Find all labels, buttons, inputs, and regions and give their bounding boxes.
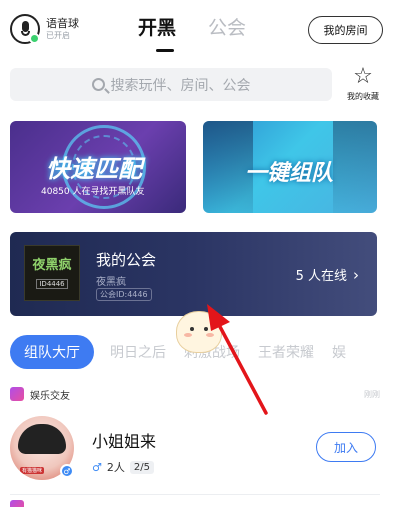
guild-online-count: 5 人在线 ›	[295, 265, 359, 285]
entertainment-category-icon	[10, 387, 24, 401]
guild-id-badge: 公会ID:4446	[96, 288, 152, 301]
voice-ball-toggle[interactable]: 语音球 已开启	[10, 14, 79, 44]
join-button[interactable]: 加入	[316, 432, 376, 462]
voice-ball-status: 已开启	[46, 31, 70, 40]
voice-ball-title: 语音球	[46, 17, 79, 30]
star-icon: ☆	[353, 64, 373, 89]
microphone-icon	[10, 14, 40, 44]
favorites-button[interactable]: ☆ 我的收藏	[340, 66, 386, 102]
voice-ball-text: 语音球 已开启	[46, 17, 79, 41]
avatar-art	[18, 424, 66, 454]
top-bar: 语音球 已开启 开黑 公会 我的房间	[0, 0, 400, 58]
guild-logo: 夜黑疯 ID4446	[24, 245, 80, 301]
search-input[interactable]: 搜索玩伴、房间、公会	[10, 68, 332, 101]
room-member-count: 2人	[106, 461, 125, 474]
quick-match-subtitle: 40850 人在寻找开黑队友	[41, 187, 145, 197]
room-slots: 2/5	[129, 460, 154, 474]
category-tab-honor-of-kings[interactable]: 王者荣耀	[256, 342, 316, 362]
online-count-text: 5 人在线	[295, 269, 347, 284]
male-badge-icon: ♂	[60, 464, 74, 478]
team-up-title: 一键组队	[245, 161, 334, 186]
avatar-tag: 有猫猫咪	[20, 467, 45, 474]
character-art-right	[333, 121, 377, 213]
tab-guild[interactable]: 公会	[208, 16, 246, 40]
male-icon: ♂	[92, 460, 102, 474]
room-category-label: 娱乐交友	[30, 390, 70, 402]
favorites-label: 我的收藏	[347, 92, 379, 101]
list-divider	[10, 494, 380, 495]
mascot-sticker	[170, 305, 226, 357]
category-tab-lobby[interactable]: 组队大厅	[10, 335, 94, 369]
category-tab-lifeafter[interactable]: 明日之后	[108, 342, 168, 362]
guild-section-title: 我的公会	[96, 251, 157, 269]
status-dot-icon	[29, 33, 40, 44]
next-category-icon	[10, 500, 24, 507]
guild-logo-id: ID4446	[36, 279, 68, 289]
my-guild-card[interactable]: 夜黑疯 ID4446 我的公会 夜黑疯 公会ID:4446 5 人在线 ›	[10, 232, 377, 316]
guild-name: 夜黑疯	[96, 277, 126, 288]
tab-kaihei[interactable]: 开黑	[138, 16, 176, 40]
guild-logo-text: 夜黑疯	[32, 258, 72, 273]
quick-match-card[interactable]: 快速匹配 40850 人在寻找开黑队友	[10, 121, 186, 213]
quick-match-title: 快速匹配	[46, 155, 142, 183]
search-icon	[91, 78, 105, 91]
team-up-card[interactable]: 一键组队	[203, 121, 377, 213]
my-room-button[interactable]: 我的房间	[308, 16, 383, 44]
room-category-header: 娱乐交友 刚刚	[10, 385, 380, 403]
room-meta: ♂ 2人 2/5	[92, 459, 154, 475]
room-title: 小姐姐来	[92, 432, 157, 451]
category-tab-entertainment[interactable]: 娱	[330, 342, 348, 362]
room-item[interactable]: 有猫猫咪 ♂ 小姐姐来 ♂ 2人 2/5 加入	[10, 414, 380, 484]
chevron-right-icon: ›	[353, 265, 359, 284]
search-placeholder: 搜索玩伴、房间、公会	[110, 77, 251, 94]
top-tabs: 开黑 公会	[138, 16, 246, 40]
room-time: 刚刚	[364, 389, 380, 399]
active-tab-indicator	[156, 49, 174, 52]
